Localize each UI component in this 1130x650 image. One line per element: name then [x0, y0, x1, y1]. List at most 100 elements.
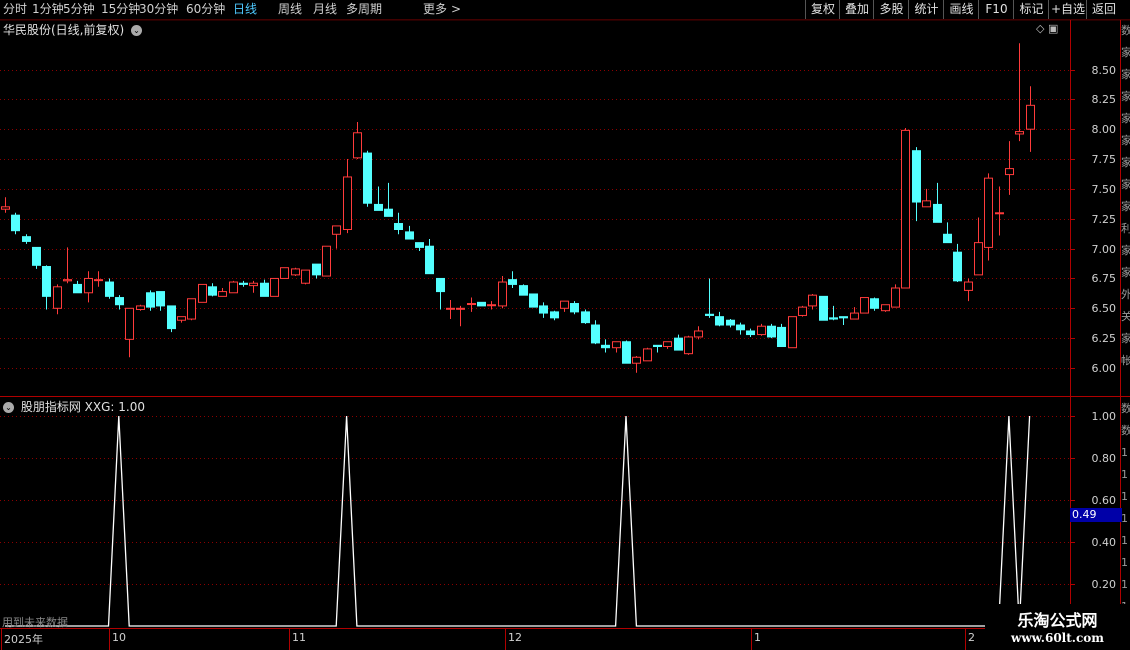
- candle-body-down: [115, 297, 124, 306]
- candle-body-down: [777, 326, 786, 348]
- indicator-tick-label: 0.60: [1091, 493, 1117, 507]
- indicator-title[interactable]: ⌄ 股朋指标网 XXG: 1.00: [3, 398, 145, 415]
- candle-body-up: [498, 281, 507, 307]
- date-label: 2: [968, 631, 975, 644]
- side-glyph: 家: [1121, 46, 1130, 59]
- candle-body-down: [953, 251, 962, 282]
- indicator-series-value: XXG: 1.00: [84, 400, 145, 414]
- watermark: 乐淘公式网 www.60lt.com: [985, 604, 1130, 650]
- indicator-line: [5, 415, 1031, 627]
- candle-body-up: [643, 348, 652, 362]
- stock-title-text: 华民股份(日线,前复权): [3, 23, 125, 37]
- future-data-warning: 用到未来数据: [2, 616, 68, 629]
- candle-body-down: [591, 324, 600, 344]
- candle-body-down: [870, 298, 879, 309]
- side-glyph: 1: [1121, 468, 1128, 481]
- candle-body-up: [322, 245, 331, 277]
- candle-body-up: [663, 341, 672, 348]
- stock-title[interactable]: 华民股份(日线,前复权) ⌄: [3, 21, 143, 38]
- candle-body-up: [94, 279, 103, 282]
- candle-body-up: [632, 356, 641, 364]
- candle-body-down: [105, 281, 114, 297]
- indicator-tick-label: 0.80: [1091, 451, 1117, 465]
- candle-body-up: [560, 300, 569, 309]
- candle-body-down: [11, 214, 20, 232]
- window-icon[interactable]: ▣: [1048, 22, 1058, 35]
- date-label: 2025年: [4, 633, 43, 646]
- date-label: 11: [292, 631, 306, 644]
- price-tick-label: 6.25: [1091, 331, 1117, 345]
- side-glyph: 家: [1121, 90, 1130, 103]
- candle-body-up: [270, 277, 279, 297]
- price-tick-label: 6.75: [1091, 271, 1117, 285]
- candle-body-up: [1, 206, 10, 210]
- side-glyph: 家: [1121, 156, 1130, 169]
- side-glyph: 外: [1121, 288, 1130, 301]
- candle-body-up: [612, 341, 621, 349]
- candle-body-up: [798, 306, 807, 316]
- candle-body-down: [477, 301, 486, 307]
- candle-body-up: [984, 177, 993, 248]
- candle-body-down: [363, 152, 372, 204]
- candle-body-up: [446, 307, 455, 310]
- candle-body-up: [249, 282, 258, 287]
- candle-body-down: [726, 319, 735, 326]
- candle-body-up: [456, 307, 465, 310]
- cursor-value-box: 0.49: [1070, 508, 1122, 522]
- candle-body-down: [32, 246, 41, 266]
- candle-body-down: [312, 263, 321, 276]
- candle-body-up: [788, 316, 797, 349]
- side-glyph: 数: [1121, 424, 1130, 437]
- side-info-strip: 数家家家家家家家家利家家外关家帐: [1121, 20, 1130, 396]
- candle-body-down: [239, 282, 248, 285]
- price-tick-label: 6.50: [1091, 301, 1117, 315]
- candle-body-up: [850, 312, 859, 320]
- side-glyph: 1: [1121, 490, 1128, 503]
- candle-body-down: [622, 341, 631, 364]
- candle-body-down: [912, 150, 921, 203]
- candle-body-up: [229, 281, 238, 294]
- candle-body-up: [995, 212, 1004, 215]
- side-info-strip-lower: 数数11111111: [1121, 398, 1130, 628]
- side-glyph: 帐: [1121, 354, 1130, 367]
- side-glyph: 1: [1121, 534, 1128, 547]
- chevron-down-icon[interactable]: ⌄: [3, 402, 14, 413]
- candle-body-down: [22, 236, 31, 242]
- candle-body-down: [550, 311, 559, 319]
- diamond-icon[interactable]: ◇: [1036, 22, 1044, 35]
- candle-body-up: [901, 129, 910, 289]
- candle-body-up: [125, 307, 134, 340]
- side-glyph: 家: [1121, 112, 1130, 125]
- price-tick-label: 6.00: [1091, 361, 1117, 375]
- chart-canvas: [0, 19, 1130, 650]
- side-glyph: 家: [1121, 244, 1130, 257]
- candle-body-down: [715, 316, 724, 326]
- candle-body-down: [425, 245, 434, 275]
- candle-body-down: [146, 292, 155, 308]
- candle-body-down: [529, 293, 538, 308]
- candle-body-down: [539, 305, 548, 314]
- candle-body-up: [291, 268, 300, 276]
- candle-body-up: [177, 316, 186, 321]
- candle-body-up: [808, 294, 817, 307]
- candle-body-down: [570, 303, 579, 313]
- candle-body-up: [218, 291, 227, 297]
- candle-body-down: [819, 295, 828, 321]
- candle-body-down: [581, 311, 590, 324]
- candle-body-down: [394, 223, 403, 230]
- candle-body-up: [353, 132, 362, 159]
- candle-body-up: [53, 286, 62, 309]
- candle-body-down: [405, 231, 414, 240]
- watermark-name: 乐淘公式网: [1017, 611, 1098, 630]
- candle-body-down: [519, 285, 528, 296]
- candle-body-up: [684, 336, 693, 355]
- price-tick-label: 8.50: [1091, 63, 1117, 77]
- candle-body-up: [63, 279, 72, 282]
- date-label: 12: [508, 631, 522, 644]
- candle-body-down: [384, 208, 393, 217]
- candle-body-up: [891, 287, 900, 308]
- candle-body-up: [964, 281, 973, 291]
- side-glyph: 家: [1121, 266, 1130, 279]
- candle-body-up: [84, 277, 93, 294]
- chevron-down-icon[interactable]: ⌄: [131, 25, 143, 36]
